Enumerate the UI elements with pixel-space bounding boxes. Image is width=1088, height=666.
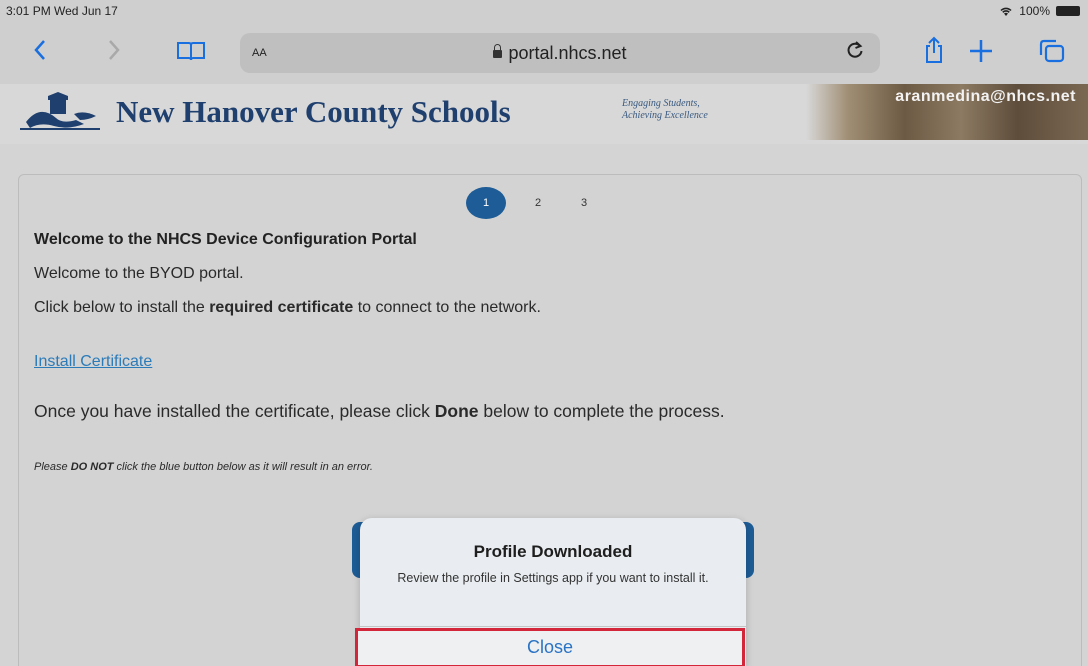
- tagline-line-2: Achieving Excellence: [622, 110, 708, 121]
- done-suffix: below to complete the process.: [478, 401, 725, 421]
- url-text: portal.nhcs.net: [508, 43, 627, 63]
- status-time: 3:01 PM Wed Jun 17: [6, 4, 118, 18]
- dialog-title: Profile Downloaded: [473, 542, 633, 561]
- step-1: 1: [466, 187, 506, 219]
- instruction-prefix: Click below to install the: [34, 299, 210, 316]
- bookmarks-button[interactable]: [176, 40, 206, 66]
- status-right: 100%: [999, 4, 1080, 18]
- profile-downloaded-dialog: Profile Downloaded Review the profile in…: [355, 518, 746, 666]
- dialog-message: Review the profile in Settings app if yo…: [397, 571, 709, 585]
- tabs-button[interactable]: [1038, 38, 1066, 68]
- page-heading: Welcome to the NHCS Device Configuration…: [34, 231, 417, 248]
- step-2: 2: [534, 197, 542, 209]
- step-3: 3: [580, 197, 588, 209]
- lock-icon: [493, 44, 503, 58]
- user-email: aranmedina@nhcs.net: [895, 88, 1076, 105]
- dialog-divider: [360, 626, 746, 627]
- tabs-icon: [1039, 39, 1065, 63]
- share-icon: [926, 36, 942, 63]
- status-bar: 3:01 PM Wed Jun 17 100%: [0, 0, 1088, 22]
- reload-icon: [847, 41, 863, 58]
- url-display[interactable]: portal.nhcs.net: [240, 43, 880, 64]
- wifi-icon: [1000, 7, 1012, 16]
- book-icon: [177, 42, 205, 61]
- forward-button[interactable]: [106, 38, 122, 66]
- reload-button[interactable]: [846, 40, 864, 66]
- warning-text: Please DO NOT click the blue button belo…: [34, 461, 373, 473]
- site-tagline: Engaging Students, Achieving Excellence: [622, 98, 708, 122]
- install-certificate-link[interactable]: Install Certificate: [34, 353, 152, 371]
- header-banner-photo: aranmedina@nhcs.net: [806, 84, 1088, 140]
- done-prefix: Once you have installed the certificate,…: [34, 401, 435, 421]
- tagline-line-1: Engaging Students,: [622, 98, 700, 109]
- battery-icon: [1056, 6, 1080, 16]
- page: 3:01 PM Wed Jun 17 100% AA portal.nhcs.n…: [0, 0, 1088, 666]
- done-instruction-text: Once you have installed the certificate,…: [34, 401, 725, 422]
- schoolhouse-logo-icon: [20, 92, 100, 130]
- site-header: New Hanover County Schools Engaging Stud…: [0, 84, 1088, 144]
- plus-icon: [970, 40, 992, 62]
- new-tab-button[interactable]: [968, 38, 994, 68]
- chevron-left-icon: [34, 40, 45, 60]
- warning-prefix: Please: [34, 461, 71, 473]
- chevron-right-icon: [109, 40, 120, 60]
- done-bold: Done: [434, 401, 479, 421]
- instruction-bold: required certificate: [209, 299, 354, 316]
- warning-bold: DO NOT: [70, 461, 114, 473]
- intro-text: Welcome to the BYOD portal.: [34, 265, 244, 282]
- instruction-text: Click below to install the required cert…: [34, 299, 541, 317]
- browser-toolbar: AA portal.nhcs.net: [0, 22, 1088, 84]
- step-indicator: 1 2 3: [466, 187, 598, 219]
- warning-suffix: click the blue button below as it will r…: [113, 461, 373, 473]
- battery-percent: 100%: [1019, 4, 1050, 18]
- instruction-suffix: to connect to the network.: [353, 299, 541, 316]
- close-button[interactable]: Close: [355, 628, 745, 666]
- site-title[interactable]: New Hanover County Schools: [116, 94, 511, 130]
- address-bar[interactable]: AA portal.nhcs.net: [240, 33, 880, 73]
- back-button[interactable]: [32, 38, 48, 66]
- share-button[interactable]: [924, 36, 944, 68]
